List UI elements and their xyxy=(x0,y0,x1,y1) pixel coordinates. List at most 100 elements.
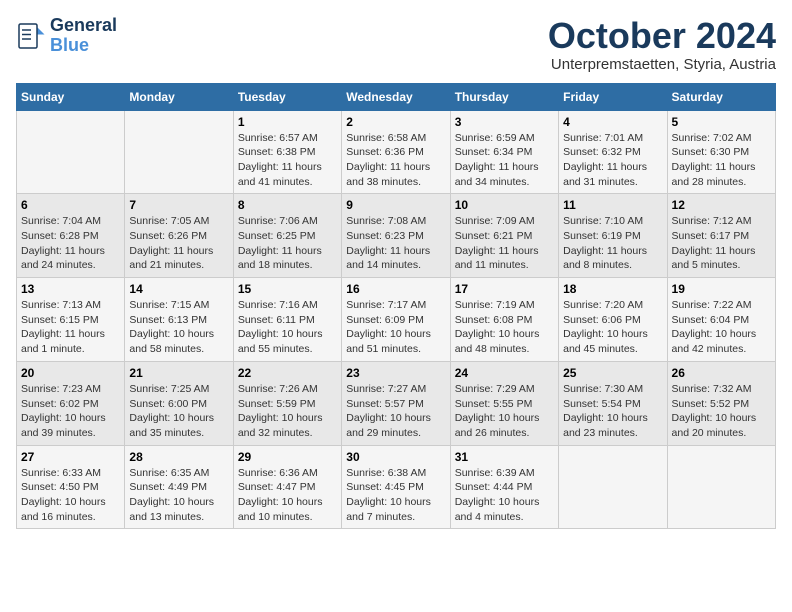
day-number: 11 xyxy=(563,198,662,212)
day-info: Sunrise: 7:13 AMSunset: 6:15 PMDaylight:… xyxy=(21,298,120,357)
day-info: Sunrise: 6:35 AMSunset: 4:49 PMDaylight:… xyxy=(129,466,228,525)
day-info: Sunrise: 7:22 AMSunset: 6:04 PMDaylight:… xyxy=(672,298,771,357)
calendar-cell xyxy=(559,445,667,529)
column-header-wednesday: Wednesday xyxy=(342,83,450,110)
day-info: Sunrise: 6:59 AMSunset: 6:34 PMDaylight:… xyxy=(455,131,554,190)
day-info: Sunrise: 7:12 AMSunset: 6:17 PMDaylight:… xyxy=(672,214,771,273)
day-info: Sunrise: 7:20 AMSunset: 6:06 PMDaylight:… xyxy=(563,298,662,357)
day-info: Sunrise: 7:19 AMSunset: 6:08 PMDaylight:… xyxy=(455,298,554,357)
day-info: Sunrise: 7:32 AMSunset: 5:52 PMDaylight:… xyxy=(672,382,771,441)
calendar-cell: 28Sunrise: 6:35 AMSunset: 4:49 PMDayligh… xyxy=(125,445,233,529)
day-number: 9 xyxy=(346,198,445,212)
calendar-cell: 2Sunrise: 6:58 AMSunset: 6:36 PMDaylight… xyxy=(342,110,450,194)
calendar-week-row: 1Sunrise: 6:57 AMSunset: 6:38 PMDaylight… xyxy=(17,110,776,194)
calendar-table: SundayMondayTuesdayWednesdayThursdayFrid… xyxy=(16,83,776,530)
calendar-cell: 10Sunrise: 7:09 AMSunset: 6:21 PMDayligh… xyxy=(450,194,558,278)
calendar-cell: 19 Sunrise: 7:22 AMSunset: 6:04 PMDayligh… xyxy=(667,278,775,362)
day-info: Sunrise: 7:04 AMSunset: 6:28 PMDaylight:… xyxy=(21,214,120,273)
day-number: 7 xyxy=(129,198,228,212)
calendar-cell: 24 Sunrise: 7:29 AMSunset: 5:55 PMDayligh… xyxy=(450,361,558,445)
logo-icon xyxy=(16,21,46,51)
calendar-cell: 18 Sunrise: 7:20 AMSunset: 6:06 PMDayligh… xyxy=(559,278,667,362)
calendar-cell: 29 Sunrise: 6:36 AMSunset: 4:47 PMDayligh… xyxy=(233,445,341,529)
calendar-week-row: 13Sunrise: 7:13 AMSunset: 6:15 PMDayligh… xyxy=(17,278,776,362)
day-number: 27 xyxy=(21,450,120,464)
logo-line1: General xyxy=(50,16,117,36)
day-info: Sunrise: 7:16 AMSunset: 6:11 PMDaylight:… xyxy=(238,298,337,357)
calendar-title: October 2024 xyxy=(548,16,776,56)
day-number: 23 xyxy=(346,366,445,380)
calendar-subtitle: Unterpremstaetten, Styria, Austria xyxy=(548,56,776,73)
logo: General Blue xyxy=(16,16,117,56)
day-info: Sunrise: 7:29 AMSunset: 5:55 PMDaylight:… xyxy=(455,382,554,441)
day-number: 24 xyxy=(455,366,554,380)
logo-text: General Blue xyxy=(50,16,117,56)
calendar-cell: 16 Sunrise: 7:17 AMSunset: 6:09 PMDayligh… xyxy=(342,278,450,362)
day-number: 21 xyxy=(129,366,228,380)
column-header-friday: Friday xyxy=(559,83,667,110)
column-header-thursday: Thursday xyxy=(450,83,558,110)
day-info: Sunrise: 6:58 AMSunset: 6:36 PMDaylight:… xyxy=(346,131,445,190)
calendar-cell: 5 Sunrise: 7:02 AMSunset: 6:30 PMDaylight… xyxy=(667,110,775,194)
calendar-week-row: 6 Sunrise: 7:04 AMSunset: 6:28 PMDaylight… xyxy=(17,194,776,278)
day-info: Sunrise: 7:25 AMSunset: 6:00 PMDaylight:… xyxy=(129,382,228,441)
day-number: 17 xyxy=(455,282,554,296)
day-number: 20 xyxy=(21,366,120,380)
day-number: 26 xyxy=(672,366,771,380)
calendar-cell: 14Sunrise: 7:15 AMSunset: 6:13 PMDayligh… xyxy=(125,278,233,362)
calendar-cell: 1Sunrise: 6:57 AMSunset: 6:38 PMDaylight… xyxy=(233,110,341,194)
calendar-cell: 12Sunrise: 7:12 AMSunset: 6:17 PMDayligh… xyxy=(667,194,775,278)
calendar-cell: 23 Sunrise: 7:27 AMSunset: 5:57 PMDayligh… xyxy=(342,361,450,445)
day-info: Sunrise: 7:26 AMSunset: 5:59 PMDaylight:… xyxy=(238,382,337,441)
day-number: 14 xyxy=(129,282,228,296)
column-header-tuesday: Tuesday xyxy=(233,83,341,110)
column-header-saturday: Saturday xyxy=(667,83,775,110)
day-info: Sunrise: 7:05 AMSunset: 6:26 PMDaylight:… xyxy=(129,214,228,273)
day-info: Sunrise: 7:17 AMSunset: 6:09 PMDaylight:… xyxy=(346,298,445,357)
calendar-cell: 11 Sunrise: 7:10 AMSunset: 6:19 PMDayligh… xyxy=(559,194,667,278)
page-header: General Blue October 2024 Unterpremstaet… xyxy=(16,16,776,73)
calendar-cell: 8Sunrise: 7:06 AMSunset: 6:25 PMDaylight… xyxy=(233,194,341,278)
calendar-cell: 22 Sunrise: 7:26 AMSunset: 5:59 PMDayligh… xyxy=(233,361,341,445)
calendar-header-row: SundayMondayTuesdayWednesdayThursdayFrid… xyxy=(17,83,776,110)
day-number: 30 xyxy=(346,450,445,464)
day-info: Sunrise: 7:23 AMSunset: 6:02 PMDaylight:… xyxy=(21,382,120,441)
calendar-cell: 4Sunrise: 7:01 AMSunset: 6:32 PMDaylight… xyxy=(559,110,667,194)
day-number: 10 xyxy=(455,198,554,212)
day-info: Sunrise: 7:10 AMSunset: 6:19 PMDaylight:… xyxy=(563,214,662,273)
calendar-cell: 25 Sunrise: 7:30 AMSunset: 5:54 PMDayligh… xyxy=(559,361,667,445)
calendar-cell: 13Sunrise: 7:13 AMSunset: 6:15 PMDayligh… xyxy=(17,278,125,362)
calendar-cell: 15Sunrise: 7:16 AMSunset: 6:11 PMDayligh… xyxy=(233,278,341,362)
day-info: Sunrise: 7:02 AMSunset: 6:30 PMDaylight:… xyxy=(672,131,771,190)
calendar-cell: 6 Sunrise: 7:04 AMSunset: 6:28 PMDaylight… xyxy=(17,194,125,278)
day-number: 22 xyxy=(238,366,337,380)
day-info: Sunrise: 6:38 AMSunset: 4:45 PMDaylight:… xyxy=(346,466,445,525)
day-number: 18 xyxy=(563,282,662,296)
day-number: 19 xyxy=(672,282,771,296)
day-number: 29 xyxy=(238,450,337,464)
column-header-sunday: Sunday xyxy=(17,83,125,110)
calendar-cell: 27Sunrise: 6:33 AMSunset: 4:50 PMDayligh… xyxy=(17,445,125,529)
day-info: Sunrise: 7:06 AMSunset: 6:25 PMDaylight:… xyxy=(238,214,337,273)
day-info: Sunrise: 7:08 AMSunset: 6:23 PMDaylight:… xyxy=(346,214,445,273)
day-number: 5 xyxy=(672,115,771,129)
calendar-week-row: 27Sunrise: 6:33 AMSunset: 4:50 PMDayligh… xyxy=(17,445,776,529)
day-number: 3 xyxy=(455,115,554,129)
calendar-body: 1Sunrise: 6:57 AMSunset: 6:38 PMDaylight… xyxy=(17,110,776,529)
day-number: 31 xyxy=(455,450,554,464)
day-info: Sunrise: 6:36 AMSunset: 4:47 PMDaylight:… xyxy=(238,466,337,525)
calendar-cell: 9 Sunrise: 7:08 AMSunset: 6:23 PMDaylight… xyxy=(342,194,450,278)
calendar-cell: 26 Sunrise: 7:32 AMSunset: 5:52 PMDayligh… xyxy=(667,361,775,445)
calendar-cell xyxy=(125,110,233,194)
calendar-cell: 17 Sunrise: 7:19 AMSunset: 6:08 PMDayligh… xyxy=(450,278,558,362)
calendar-cell: 3 Sunrise: 6:59 AMSunset: 6:34 PMDaylight… xyxy=(450,110,558,194)
day-info: Sunrise: 7:27 AMSunset: 5:57 PMDaylight:… xyxy=(346,382,445,441)
day-number: 25 xyxy=(563,366,662,380)
calendar-cell: 20 Sunrise: 7:23 AMSunset: 6:02 PMDayligh… xyxy=(17,361,125,445)
column-header-monday: Monday xyxy=(125,83,233,110)
day-number: 6 xyxy=(21,198,120,212)
day-number: 16 xyxy=(346,282,445,296)
calendar-cell: 31Sunrise: 6:39 AMSunset: 4:44 PMDayligh… xyxy=(450,445,558,529)
day-info: Sunrise: 7:01 AMSunset: 6:32 PMDaylight:… xyxy=(563,131,662,190)
day-info: Sunrise: 7:30 AMSunset: 5:54 PMDaylight:… xyxy=(563,382,662,441)
